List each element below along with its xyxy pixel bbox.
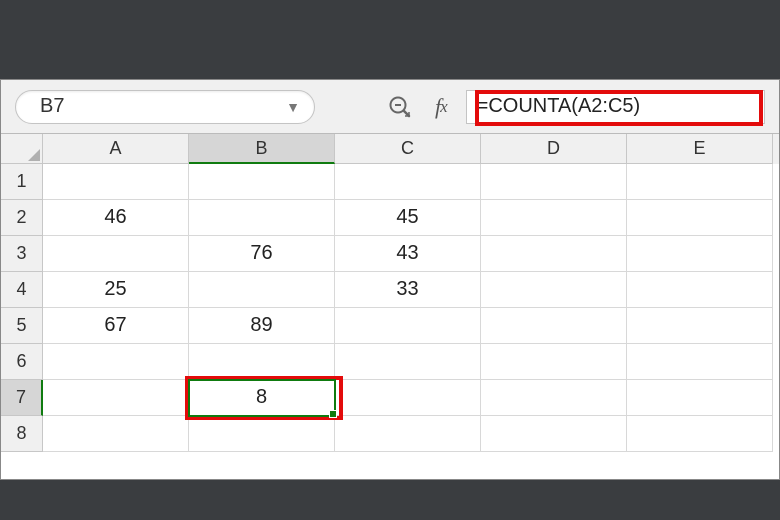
fx-icon[interactable]: fx: [435, 94, 448, 120]
row-header-5[interactable]: 5: [1, 308, 43, 344]
column-header-row: A B C D E: [1, 134, 779, 164]
col-header-E[interactable]: E: [627, 134, 773, 164]
cell-E6[interactable]: [627, 344, 773, 380]
cell-C1[interactable]: [335, 164, 481, 200]
cell-D4[interactable]: [481, 272, 627, 308]
formula-bar: B7 ▼ fx: [1, 80, 779, 134]
cell-B3[interactable]: 76: [189, 236, 335, 272]
cell-A6[interactable]: [43, 344, 189, 380]
cell-D1[interactable]: [481, 164, 627, 200]
cell-D2[interactable]: [481, 200, 627, 236]
cell-E7[interactable]: [627, 380, 773, 416]
row-header-3[interactable]: 3: [1, 236, 43, 272]
name-box-value: B7: [40, 95, 64, 118]
row-header-6[interactable]: 6: [1, 344, 43, 380]
cell-B7[interactable]: 8: [189, 380, 335, 416]
cell-E3[interactable]: [627, 236, 773, 272]
cell-B1[interactable]: [189, 164, 335, 200]
row-header-2[interactable]: 2: [1, 200, 43, 236]
select-all-corner[interactable]: [1, 134, 43, 164]
cell-E4[interactable]: [627, 272, 773, 308]
cell-D5[interactable]: [481, 308, 627, 344]
row-header-8[interactable]: 8: [1, 416, 43, 452]
cell-A8[interactable]: [43, 416, 189, 452]
row-header-7[interactable]: 7: [1, 380, 43, 416]
cell-D8[interactable]: [481, 416, 627, 452]
row-header-1[interactable]: 1: [1, 164, 43, 200]
cell-C7[interactable]: [335, 380, 481, 416]
formula-input-container: [466, 90, 765, 124]
cell-C8[interactable]: [335, 416, 481, 452]
cell-E1[interactable]: [627, 164, 773, 200]
zoom-icon[interactable]: [385, 92, 415, 122]
cell-E2[interactable]: [627, 200, 773, 236]
cell-B2[interactable]: [189, 200, 335, 236]
col-header-A[interactable]: A: [43, 134, 189, 164]
chevron-down-icon[interactable]: ▼: [286, 99, 300, 115]
formula-input[interactable]: [466, 90, 765, 124]
cell-B8[interactable]: [189, 416, 335, 452]
cell-C3[interactable]: 43: [335, 236, 481, 272]
cell-B5[interactable]: 89: [189, 308, 335, 344]
row-3: 3 76 43: [1, 236, 779, 272]
name-box[interactable]: B7 ▼: [15, 90, 315, 124]
row-5: 5 67 89: [1, 308, 779, 344]
cell-A7[interactable]: [43, 380, 189, 416]
cell-D7[interactable]: [481, 380, 627, 416]
row-4: 4 25 33: [1, 272, 779, 308]
cell-D6[interactable]: [481, 344, 627, 380]
cell-A1[interactable]: [43, 164, 189, 200]
row-header-4[interactable]: 4: [1, 272, 43, 308]
cell-C5[interactable]: [335, 308, 481, 344]
cell-C4[interactable]: 33: [335, 272, 481, 308]
row-6: 6: [1, 344, 779, 380]
cell-A3[interactable]: [43, 236, 189, 272]
col-header-B[interactable]: B: [189, 134, 335, 164]
cell-A5[interactable]: 67: [43, 308, 189, 344]
cell-A2[interactable]: 46: [43, 200, 189, 236]
cell-C6[interactable]: [335, 344, 481, 380]
row-8: 8: [1, 416, 779, 452]
col-header-C[interactable]: C: [335, 134, 481, 164]
cell-E5[interactable]: [627, 308, 773, 344]
col-header-D[interactable]: D: [481, 134, 627, 164]
row-1: 1: [1, 164, 779, 200]
row-2: 2 46 45: [1, 200, 779, 236]
cell-E8[interactable]: [627, 416, 773, 452]
spreadsheet-window: B7 ▼ fx A B C D E 1: [0, 79, 780, 480]
cell-B6[interactable]: [189, 344, 335, 380]
row-7: 7 8: [1, 380, 779, 416]
cell-B4[interactable]: [189, 272, 335, 308]
cell-D3[interactable]: [481, 236, 627, 272]
cell-A4[interactable]: 25: [43, 272, 189, 308]
grid: A B C D E 1 2 46 45 3 76 43: [1, 134, 779, 452]
cell-C2[interactable]: 45: [335, 200, 481, 236]
